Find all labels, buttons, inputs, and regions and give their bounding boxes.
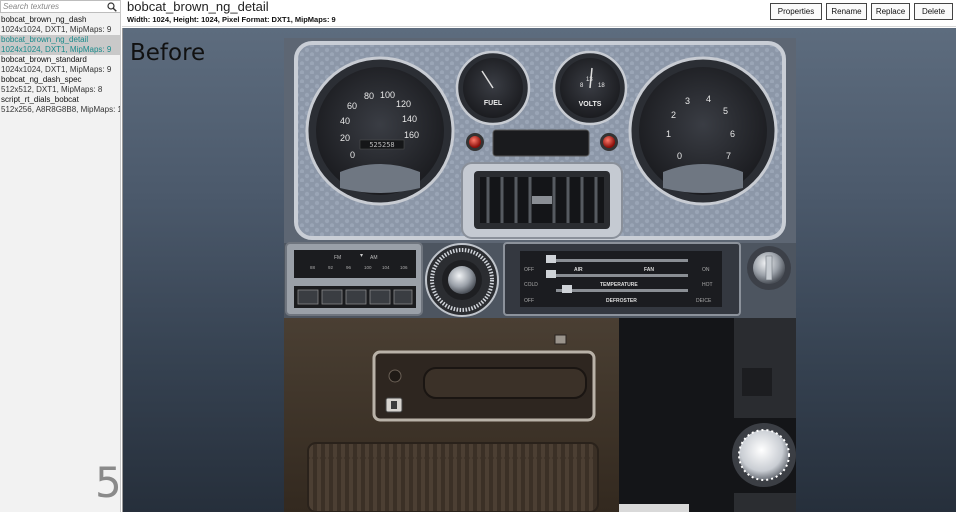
speedometer: 525258 0 20 40 60 80 100 120 140 160 — [305, 56, 455, 206]
radio-freq-label: 96 — [346, 265, 352, 270]
hvac-label-hot: HOT — [702, 282, 713, 288]
radio-freq-label: 104 — [382, 265, 390, 270]
volts-label: VOLTS — [579, 101, 602, 108]
texture-name: bobcat_ng_dash_spec — [1, 75, 82, 84]
hvac-label-air: AIR — [574, 267, 583, 273]
speedo-tick-label: 60 — [347, 101, 357, 111]
tachometer: 0 1 2 3 4 5 6 7 — [628, 56, 778, 206]
texture-list-item[interactable]: bobcat_brown_standard 1024x1024, DXT1, M… — [0, 55, 120, 75]
speedo-tick-label: 20 — [340, 133, 350, 143]
radio-band-fm: FM — [334, 255, 341, 261]
texture-list-item[interactable]: bobcat_ng_dash_spec 512x512, DXT1, MipMa… — [0, 75, 120, 95]
volts-tick-label: 18 — [598, 83, 605, 89]
texture-header: bobcat_brown_ng_detail Width: 1024, Heig… — [122, 0, 956, 27]
texture-list-item-selected[interactable]: bobcat_brown_ng_detail 1024x1024, DXT1, … — [0, 35, 120, 55]
texture-meta: 1024x1024, DXT1, MipMaps: 9 — [1, 45, 112, 54]
texture-sidebar: bobcat_brown_ng_dash 1024x1024, DXT1, Mi… — [0, 0, 121, 512]
hvac-label-on: ON — [702, 267, 710, 273]
hvac-controls: OFF AIR FAN ON COLD TEMPERATURE HOT OFF … — [503, 242, 741, 316]
rename-button[interactable]: Rename — [826, 3, 867, 20]
hvac-label-cold: COLD — [524, 282, 538, 288]
air-vent — [461, 162, 623, 239]
texture-viewport[interactable]: Before 525258 0 20 40 60 80 100 120 140 … — [122, 28, 956, 512]
dome-light-panel — [619, 318, 796, 512]
hvac-label-off: OFF — [524, 298, 534, 304]
texture-meta: 1024x1024, DXT1, MipMaps: 9 — [1, 25, 112, 34]
radio-band-am: AM — [370, 255, 378, 261]
hvac-label-temperature: TEMPERATURE — [600, 282, 638, 288]
hvac-label-defroster: DEFROSTER — [606, 298, 637, 304]
radio: FM AM 88 92 96 100 104 106 — [285, 242, 423, 316]
texture-list: bobcat_brown_ng_dash 1024x1024, DXT1, Mi… — [0, 15, 121, 115]
page-number: 5 — [95, 458, 121, 507]
hvac-label-off: OFF — [524, 267, 534, 273]
texture-info: Width: 1024, Height: 1024, Pixel Format:… — [127, 15, 336, 24]
radio-freq-label: 92 — [328, 265, 334, 270]
hvac-label-fan: FAN — [644, 267, 654, 273]
delete-button[interactable]: Delete — [914, 3, 953, 20]
tach-tick-label: 7 — [726, 151, 731, 161]
tach-tick-label: 1 — [666, 129, 671, 139]
texture-list-item[interactable]: script_rt_dials_bobcat 512x256, A8R8G8B8… — [0, 95, 121, 115]
chrome-knob — [425, 243, 499, 317]
warning-light-left-lens — [469, 136, 481, 148]
radio-freq-label: 100 — [364, 265, 372, 270]
texture-meta: 512x512, DXT1, MipMaps: 8 — [1, 85, 103, 94]
tach-tick-label: 6 — [730, 129, 735, 139]
texture-name: bobcat_brown_standard — [1, 55, 87, 64]
before-label: Before — [130, 40, 206, 66]
round-switch — [747, 246, 791, 290]
speedo-tick-label: 40 — [340, 116, 350, 126]
volts-tick-label: 13 — [586, 77, 593, 83]
tach-tick-label: 3 — [685, 96, 690, 106]
texture-name: script_rt_dials_bobcat — [1, 95, 79, 104]
texture-name: bobcat_brown_ng_detail — [1, 35, 89, 44]
radio-freq-label: 88 — [310, 265, 316, 270]
properties-button[interactable]: Properties — [770, 3, 822, 20]
fuel-gauge: FUEL — [455, 50, 531, 126]
texture-preview: 525258 0 20 40 60 80 100 120 140 160 FUE… — [284, 38, 796, 512]
indicator-window — [492, 129, 590, 157]
tach-tick-label: 0 — [677, 151, 682, 161]
app-window: bobcat_brown_ng_dash 1024x1024, DXT1, Mi… — [0, 0, 956, 512]
glovebox-panel — [284, 318, 619, 512]
fuel-label: FUEL — [484, 100, 503, 107]
speedo-tick-label: 100 — [380, 90, 395, 100]
speedo-tick-label: 160 — [404, 130, 419, 140]
texture-meta: 1024x1024, DXT1, MipMaps: 9 — [1, 65, 112, 74]
speedo-tick-label: 80 — [364, 91, 374, 101]
speedo-tick-label: 120 — [396, 99, 411, 109]
odometer-readout: 525258 — [369, 141, 394, 149]
speedo-tick-label: 140 — [402, 114, 417, 124]
volts-gauge: 8 13 18 VOLTS — [552, 50, 628, 126]
replace-button[interactable]: Replace — [871, 3, 910, 20]
speedo-tick-label: 0 — [350, 150, 355, 160]
tach-tick-label: 2 — [671, 110, 676, 120]
hvac-label-deice: DEICE — [696, 298, 712, 304]
radio-freq-label: 106 — [400, 265, 408, 270]
search-input[interactable] — [3, 1, 103, 12]
texture-name: bobcat_brown_ng_dash — [1, 15, 87, 24]
texture-list-item[interactable]: bobcat_brown_ng_dash 1024x1024, DXT1, Mi… — [0, 15, 120, 35]
search-box[interactable] — [0, 0, 120, 13]
texture-title: bobcat_brown_ng_detail — [127, 0, 269, 14]
tach-tick-label: 5 — [723, 106, 728, 116]
warning-light-right-lens — [603, 136, 615, 148]
search-icon[interactable] — [107, 2, 117, 12]
tach-tick-label: 4 — [706, 94, 711, 104]
texture-meta: 512x256, A8R8G8B8, MipMaps: 1 — [1, 105, 121, 114]
